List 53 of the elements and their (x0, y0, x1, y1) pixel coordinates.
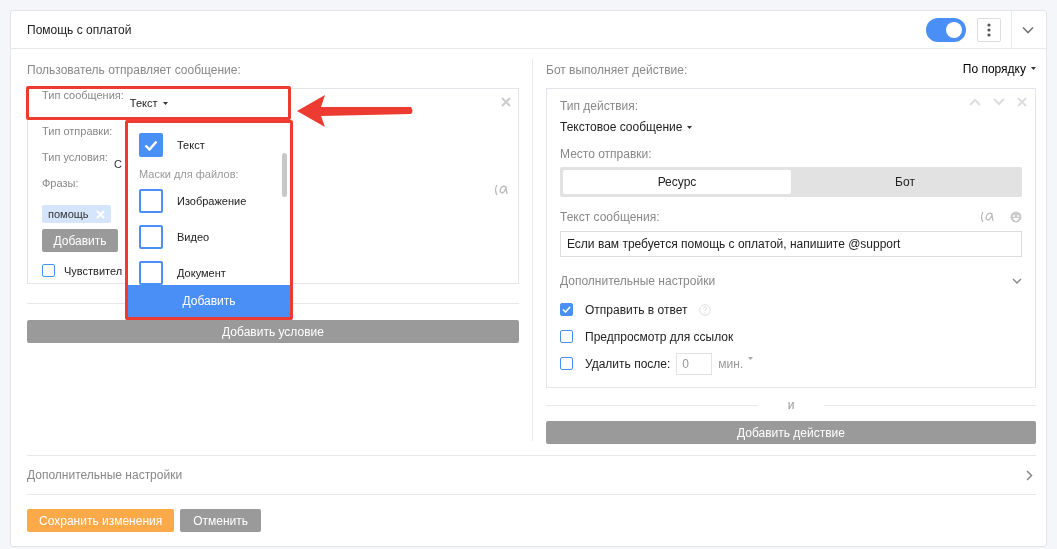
field-label: Тип отправки: (42, 125, 113, 137)
settings-label[interactable]: Дополнительные настройки (27, 468, 183, 482)
option-label[interactable]: Видео (177, 231, 210, 243)
enable-toggle[interactable] (926, 17, 966, 42)
more-menu-button[interactable] (977, 17, 1001, 42)
message-text-field[interactable]: Если вам требуется помощь с оплатой, напишите @support (560, 231, 1022, 257)
checkbox[interactable] (42, 264, 55, 277)
field-value: С (113, 158, 122, 170)
chevron-right-icon[interactable] (1026, 469, 1033, 481)
check-icon (144, 139, 158, 151)
segment-tab[interactable]: Ресурс (563, 170, 791, 194)
checkbox[interactable] (139, 189, 163, 213)
checkbox[interactable] (560, 330, 573, 343)
option-label[interactable]: Документ (177, 267, 226, 279)
rule-title: Помощь с оплатой (27, 22, 132, 37)
checkbox-label: Отправить в ответ (585, 302, 688, 317)
checkbox-label: Удалить после: (585, 356, 671, 371)
caret-icon (162, 101, 168, 105)
message-type-select[interactable]: Текст (129, 95, 168, 111)
field-label: Тип условия: (42, 151, 108, 163)
field-label: Фразы: (42, 177, 79, 189)
more-icon (987, 22, 991, 37)
order-select[interactable]: По порядку (962, 61, 1036, 76)
field-label: Тип действия: (560, 99, 639, 113)
field-label: Тип сообщения: (42, 89, 124, 101)
checkbox[interactable] (560, 357, 573, 370)
emoji-icon[interactable] (1010, 211, 1022, 223)
checkbox[interactable] (139, 225, 163, 249)
checkbox-label: Предпросмотр для ссылок (585, 329, 734, 344)
checkbox[interactable] (560, 303, 573, 316)
option-label[interactable]: Изображение (177, 195, 247, 207)
caret-icon (748, 356, 754, 360)
phrase-tag: помощь (42, 205, 111, 223)
scrollbar[interactable] (282, 153, 287, 197)
separator-label: и (787, 398, 795, 412)
section-label: Бот выполняет действие: (546, 63, 688, 77)
action-type-select[interactable]: Текстовое сообщение (560, 119, 693, 135)
field-label: Место отправки: (560, 147, 652, 161)
checkbox[interactable] (139, 133, 163, 157)
segment-tab[interactable]: Бот (791, 170, 1019, 194)
chevron-down-icon[interactable] (1012, 277, 1022, 285)
caret-icon (1031, 67, 1036, 70)
close-icon[interactable] (501, 97, 511, 107)
settings-label: Дополнительные настройки (560, 274, 716, 288)
checkbox-label: Чувствител (64, 264, 123, 277)
variable-icon[interactable] (980, 211, 994, 223)
caret-icon (687, 125, 693, 129)
variable-icon[interactable] (494, 184, 508, 196)
section-label: Пользователь отправляет сообщение: (27, 63, 242, 77)
field-label: Текст сообщения: (560, 210, 660, 224)
group-header: Маски для файлов: (139, 167, 240, 182)
option-label[interactable]: Текст (177, 139, 205, 151)
chevron-down-icon[interactable] (1022, 25, 1034, 34)
